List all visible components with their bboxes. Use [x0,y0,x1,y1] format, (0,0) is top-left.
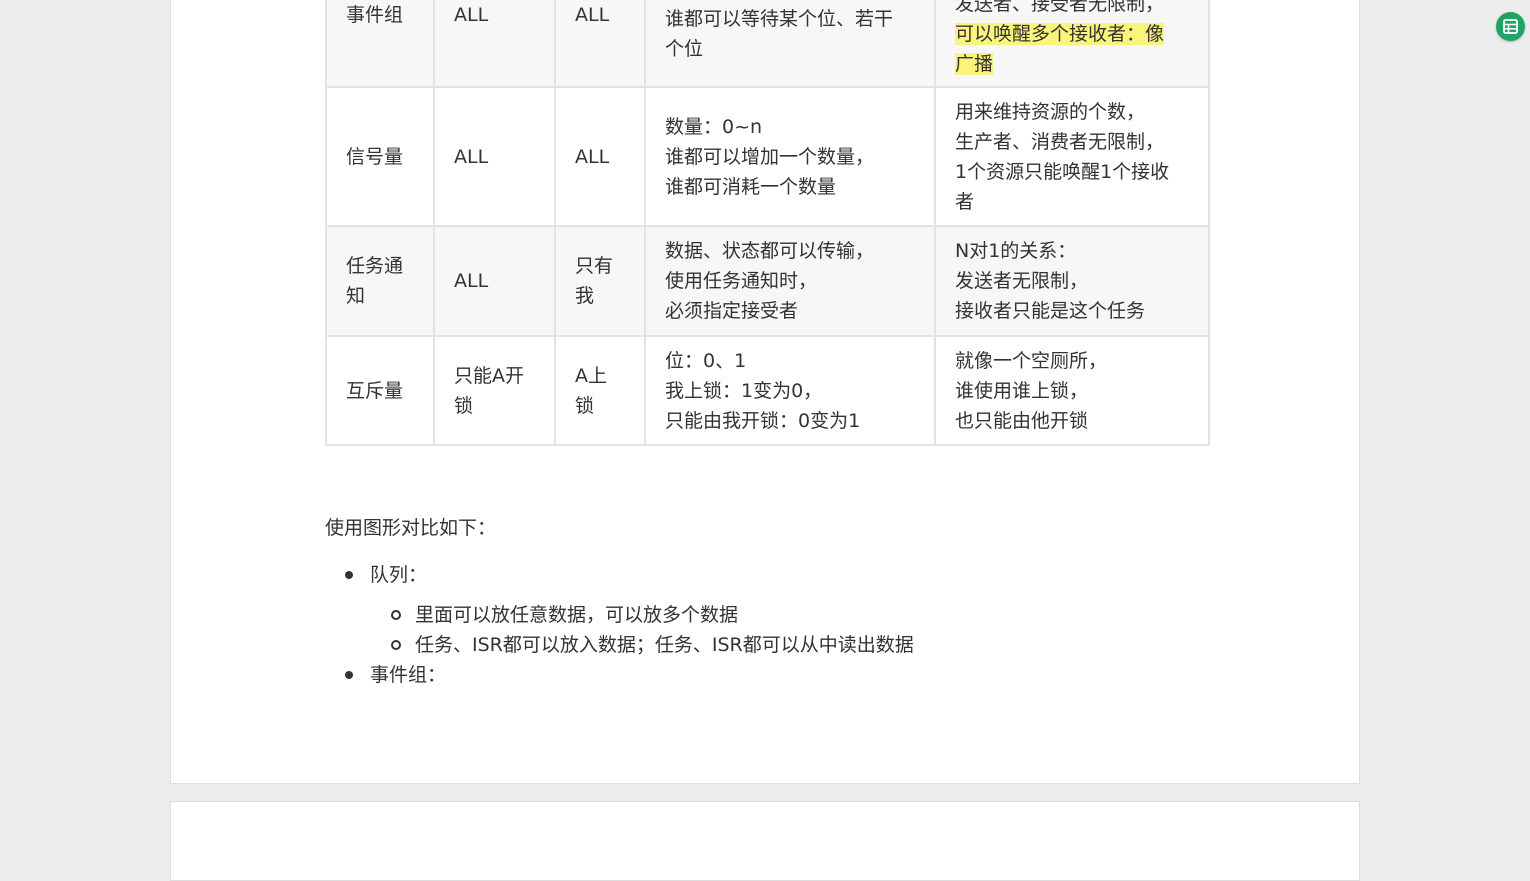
table-row: 信号量 ALL ALL 数量：0~n 谁都可以增加一个数量， 谁都可消耗一个数量… [325,86,1210,227]
table-row: 事件组 ALL ALL 谁都可以等待某个位、若干 个位 发送者、接受者无限制， … [325,0,1210,88]
intro-paragraph: 使用图形对比如下： [325,517,497,539]
cell-line: N对1的关系： [955,240,1077,262]
cell-line: 我 [575,285,595,307]
table-cell: 互斥量 [325,335,435,446]
cell-line: 锁 [575,394,595,417]
cell-line: 用来维持资源的个数， [955,100,1146,123]
cell-line: 任务通 [346,255,404,277]
cell-line: 谁都可消耗一个数量 [665,175,837,198]
table-cell: ALL [554,0,646,88]
table-cell: 信号量 [325,86,435,227]
cell-line: 也只能由他开锁 [955,409,1089,432]
cell-line: 使用任务通知时， [665,270,818,292]
list-item-text: 任务、ISR都可以放入数据；任务、ISR都可以从中读出数据 [415,634,914,656]
table-cell: 发送者、接受者无限制， 可以唤醒多个接收者：像 广播 [934,0,1210,88]
highlight-mark: 可以唤醒多个接收者：像 [955,23,1165,45]
cell-line: 数据、状态都可以传输， [665,240,875,262]
bullet-list: 队列： 里面可以放任意数据，可以放多个数据 任务、ISR都可以放入数据；任务、I… [325,560,914,690]
cell-line: 谁使用谁上锁， [955,379,1089,402]
cell-line: 接收者只能是这个任务 [955,300,1146,322]
table-cell: 谁都可以等待某个位、若干 个位 [644,0,936,88]
cell-line: 谁都可以等待某个位、若干 [665,8,894,30]
cell-line: 谁都可以增加一个数量， [665,145,875,168]
cell-line: 者 [955,190,975,213]
list-item: 队列： 里面可以放任意数据，可以放多个数据 任务、ISR都可以放入数据；任务、I… [325,560,914,660]
table-cell: N对1的关系： 发送者无限制， 接收者只能是这个任务 [934,225,1210,337]
table-row: 任务通 知 ALL 只有 我 数据、状态都可以传输， 使用任务通知时， 必须指定… [325,225,1210,337]
table-cell: ALL [433,0,556,88]
cell-line: ALL [454,3,489,26]
table-cell: A上 锁 [554,335,646,446]
document-page: 事件组 ALL ALL 谁都可以等待某个位、若干 个位 发送者、接受者无限制， … [170,0,1360,784]
cell-line: ALL [454,270,489,292]
cell-line: 只能由我开锁：0变为1 [665,409,861,432]
table-cell: 位：0、1 我上锁：1变为0， 只能由我开锁：0变为1 [644,335,936,446]
table-cell: ALL [554,86,646,227]
nested-bullet-list: 里面可以放任意数据，可以放多个数据 任务、ISR都可以放入数据；任务、ISR都可… [370,600,914,660]
list-item: 任务、ISR都可以放入数据；任务、ISR都可以从中读出数据 [370,630,914,660]
spreadsheet-glyph [1503,19,1518,34]
cell-line: 信号量 [346,145,404,168]
cell-line: 互斥量 [346,379,404,402]
cell-line: 只能A开 [454,364,524,387]
document-page [170,801,1360,881]
cell-line: A上 [575,364,607,387]
cell-line: 锁 [454,394,474,417]
bullet-circle-icon [391,640,401,650]
cell-line: ALL [454,145,489,168]
cell-line: 生产者、消费者无限制， [955,130,1165,153]
table-cell: 数据、状态都可以传输， 使用任务通知时， 必须指定接受者 [644,225,936,337]
cell-line: 个位 [665,38,704,60]
table-cell: ALL [433,225,556,337]
cell-line: 必须指定接受者 [665,300,799,322]
cell-line: ALL [575,3,610,26]
table-cell: ALL [433,86,556,227]
comparison-table: 事件组 ALL ALL 谁都可以等待某个位、若干 个位 发送者、接受者无限制， … [325,0,1210,446]
highlighted-line: 可以唤醒多个接收者：像 [955,19,1189,49]
highlight-mark: 广播 [955,53,994,75]
list-item: 事件组： [325,660,914,690]
table-cell: 事件组 [325,0,435,88]
list-item-label: 队列： [370,564,428,586]
cell-line: ALL [575,145,610,168]
cell-line: 事件组 [346,3,404,26]
table-cell: 只能A开 锁 [433,335,556,446]
cell-line: 位：0、1 [665,349,747,372]
list-item-text: 里面可以放任意数据，可以放多个数据 [415,604,739,626]
table-row: 互斥量 只能A开 锁 A上 锁 位：0、1 我上锁：1变为0， 只能由我开锁：0… [325,335,1210,446]
table-cell: 数量：0~n 谁都可以增加一个数量， 谁都可消耗一个数量 [644,86,936,227]
bullet-circle-icon [391,610,401,620]
bullet-disc-icon [345,571,353,579]
table-cell: 就像一个空厕所， 谁使用谁上锁， 也只能由他开锁 [934,335,1210,446]
bullet-disc-icon [345,671,353,679]
table-cell: 用来维持资源的个数， 生产者、消费者无限制， 1个资源只能唤醒1个接收 者 [934,86,1210,227]
cell-line: 1个资源只能唤醒1个接收 [955,160,1170,183]
cell-line: 只有 [575,255,614,277]
list-item: 里面可以放任意数据，可以放多个数据 [370,600,914,630]
list-item-label: 事件组： [370,664,447,686]
table-cell: 任务通 知 [325,225,435,337]
cell-line: 数量：0~n [665,115,763,138]
cell-line: 发送者无限制， [955,270,1089,292]
table-cell: 只有 我 [554,225,646,337]
spreadsheet-icon[interactable] [1496,12,1525,41]
cell-line: 就像一个空厕所， [955,349,1108,372]
cell-line: 知 [346,285,366,307]
cell-line: 我上锁：1变为0， [665,379,823,402]
highlighted-line: 广播 [955,49,1189,79]
cell-line: 发送者、接受者无限制， [955,0,1165,15]
